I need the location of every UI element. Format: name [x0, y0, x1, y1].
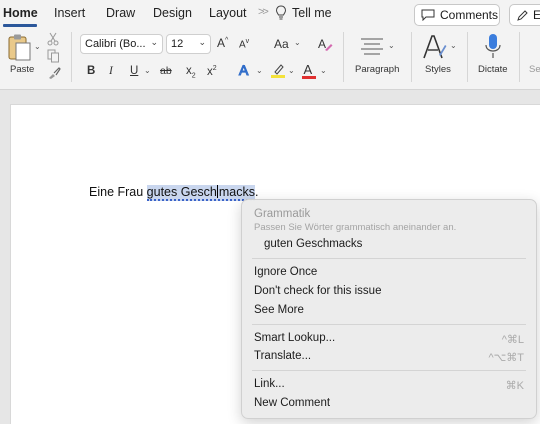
font-size-value: 12: [171, 38, 184, 50]
ribbon-separator: [519, 32, 520, 82]
tab-layout[interactable]: Layout: [209, 6, 247, 20]
strikethrough-button[interactable]: ab: [160, 65, 172, 77]
active-tab-indicator: [3, 24, 37, 27]
grammar-context-menu: Grammatik Passen Sie Wörter grammatisch …: [241, 199, 537, 419]
dictate-label: Dictate: [478, 64, 508, 75]
lightbulb-icon: [275, 5, 287, 20]
subscript-button[interactable]: x2: [186, 65, 196, 79]
more-tabs-chevron-icon[interactable]: >>: [258, 6, 269, 18]
tell-me-search[interactable]: Tell me: [292, 6, 332, 20]
superscript-mark: 2: [212, 65, 217, 72]
styles-chevron-icon[interactable]: ⌄: [450, 41, 457, 50]
grammar-error-part-1: gutes Gesch: [146, 185, 217, 199]
text-run: Eine Frau: [89, 185, 147, 199]
paragraph-label: Paragraph: [355, 64, 400, 75]
menu-item-see-more[interactable]: See More: [254, 304, 304, 316]
ribbon-separator: [411, 32, 412, 82]
grow-font-label: A: [217, 36, 226, 50]
italic-button[interactable]: I: [109, 65, 113, 77]
clear-formatting-icon[interactable]: A: [317, 36, 333, 52]
highlighter-icon[interactable]: [270, 62, 286, 79]
tab-home[interactable]: Home: [3, 6, 38, 20]
pencil-icon: [517, 9, 528, 21]
menu-item-translate[interactable]: Translate...: [254, 350, 311, 362]
font-name-chevron-icon: ⌄: [150, 37, 158, 47]
font-name-select[interactable]: Calibri (Bo... ⌄: [80, 34, 163, 54]
ribbon-separator: [71, 32, 72, 82]
underline-button[interactable]: U: [130, 65, 138, 77]
menu-item-ignore-once[interactable]: Ignore Once: [254, 266, 317, 278]
comments-label: Comments: [440, 8, 499, 22]
svg-text:A: A: [239, 62, 249, 78]
tab-insert[interactable]: Insert: [54, 6, 85, 20]
menu-header-grammar: Grammatik: [254, 208, 311, 220]
text-effects-chevron-icon[interactable]: ⌄: [256, 66, 263, 75]
paragraph-chevron-icon[interactable]: ⌄: [388, 41, 395, 50]
font-size-chevron-icon: ⌄: [198, 37, 206, 47]
ribbon-tab-bar: Home Insert Draw Design Layout >> Tell m…: [0, 0, 540, 28]
text-effects-icon[interactable]: A: [238, 62, 252, 78]
highlighter-chevron-icon[interactable]: ⌄: [288, 66, 295, 75]
cut-scissors-icon[interactable]: [47, 32, 59, 46]
tab-design[interactable]: Design: [153, 6, 192, 20]
menu-header-description: Passen Sie Wörter grammatisch aneinander…: [254, 222, 457, 233]
smart-lookup-shortcut: ^⌘L: [501, 334, 524, 346]
styles-icon[interactable]: [421, 33, 447, 61]
shrink-font-button[interactable]: Av: [239, 38, 249, 50]
underline-chevron-icon[interactable]: ⌄: [144, 66, 151, 75]
styles-label: Styles: [425, 64, 451, 75]
grow-font-button[interactable]: A^: [217, 36, 228, 50]
font-name-value: Calibri (Bo...: [85, 38, 146, 50]
editing-button[interactable]: E: [509, 4, 540, 26]
paste-dropdown-chevron-icon[interactable]: ⌄: [34, 42, 41, 51]
tab-draw[interactable]: Draw: [106, 6, 135, 20]
superscript-button[interactable]: x2: [207, 65, 217, 78]
comment-icon: [421, 9, 435, 21]
copy-icon[interactable]: [47, 49, 60, 63]
ribbon: ⌄ Paste Calibri (Bo... ⌄ 12 ⌄ A^ Av Aa ⌄…: [0, 28, 540, 90]
sensitivity-label: Se: [529, 64, 540, 75]
grammar-error-part-2: macks: [218, 185, 255, 199]
font-size-select[interactable]: 12 ⌄: [166, 34, 211, 54]
subscript-mark: 2: [191, 72, 196, 80]
svg-text:A: A: [304, 62, 313, 77]
paste-label: Paste: [10, 64, 35, 75]
svg-text:A: A: [318, 37, 326, 51]
translate-shortcut: ^⌥⌘T: [488, 352, 524, 364]
format-painter-brush-icon[interactable]: [47, 66, 61, 80]
change-case-button[interactable]: Aa: [274, 37, 289, 51]
editing-label: E: [533, 8, 540, 22]
bold-button[interactable]: B: [87, 65, 95, 77]
paragraph-align-icon[interactable]: [359, 36, 385, 56]
font-color-icon[interactable]: A: [302, 62, 316, 79]
link-shortcut: ⌘K: [505, 380, 524, 392]
font-color-chevron-icon[interactable]: ⌄: [320, 66, 327, 75]
menu-item-link[interactable]: Link...: [254, 378, 285, 390]
ribbon-separator: [467, 32, 468, 82]
paste-clipboard-icon[interactable]: [6, 33, 32, 61]
shrink-font-label: A: [239, 39, 246, 51]
menu-item-smart-lookup[interactable]: Smart Lookup...: [254, 332, 335, 344]
menu-separator: [252, 370, 526, 371]
change-case-chevron-icon[interactable]: ⌄: [294, 38, 301, 47]
menu-item-suggestion[interactable]: guten Geschmacks: [264, 238, 362, 250]
menu-separator: [252, 324, 526, 325]
document-paragraph[interactable]: Eine Frau gutes Gesch macks.: [89, 185, 259, 201]
menu-separator: [252, 258, 526, 259]
microphone-icon[interactable]: [484, 33, 502, 61]
grammar-error-text[interactable]: gutes Gesch macks: [146, 185, 255, 201]
comments-button[interactable]: Comments: [414, 4, 500, 26]
menu-item-dont-check[interactable]: Don't check for this issue: [254, 285, 381, 297]
menu-item-new-comment[interactable]: New Comment: [254, 397, 330, 409]
text-run: .: [254, 185, 259, 199]
ribbon-separator: [343, 32, 344, 82]
